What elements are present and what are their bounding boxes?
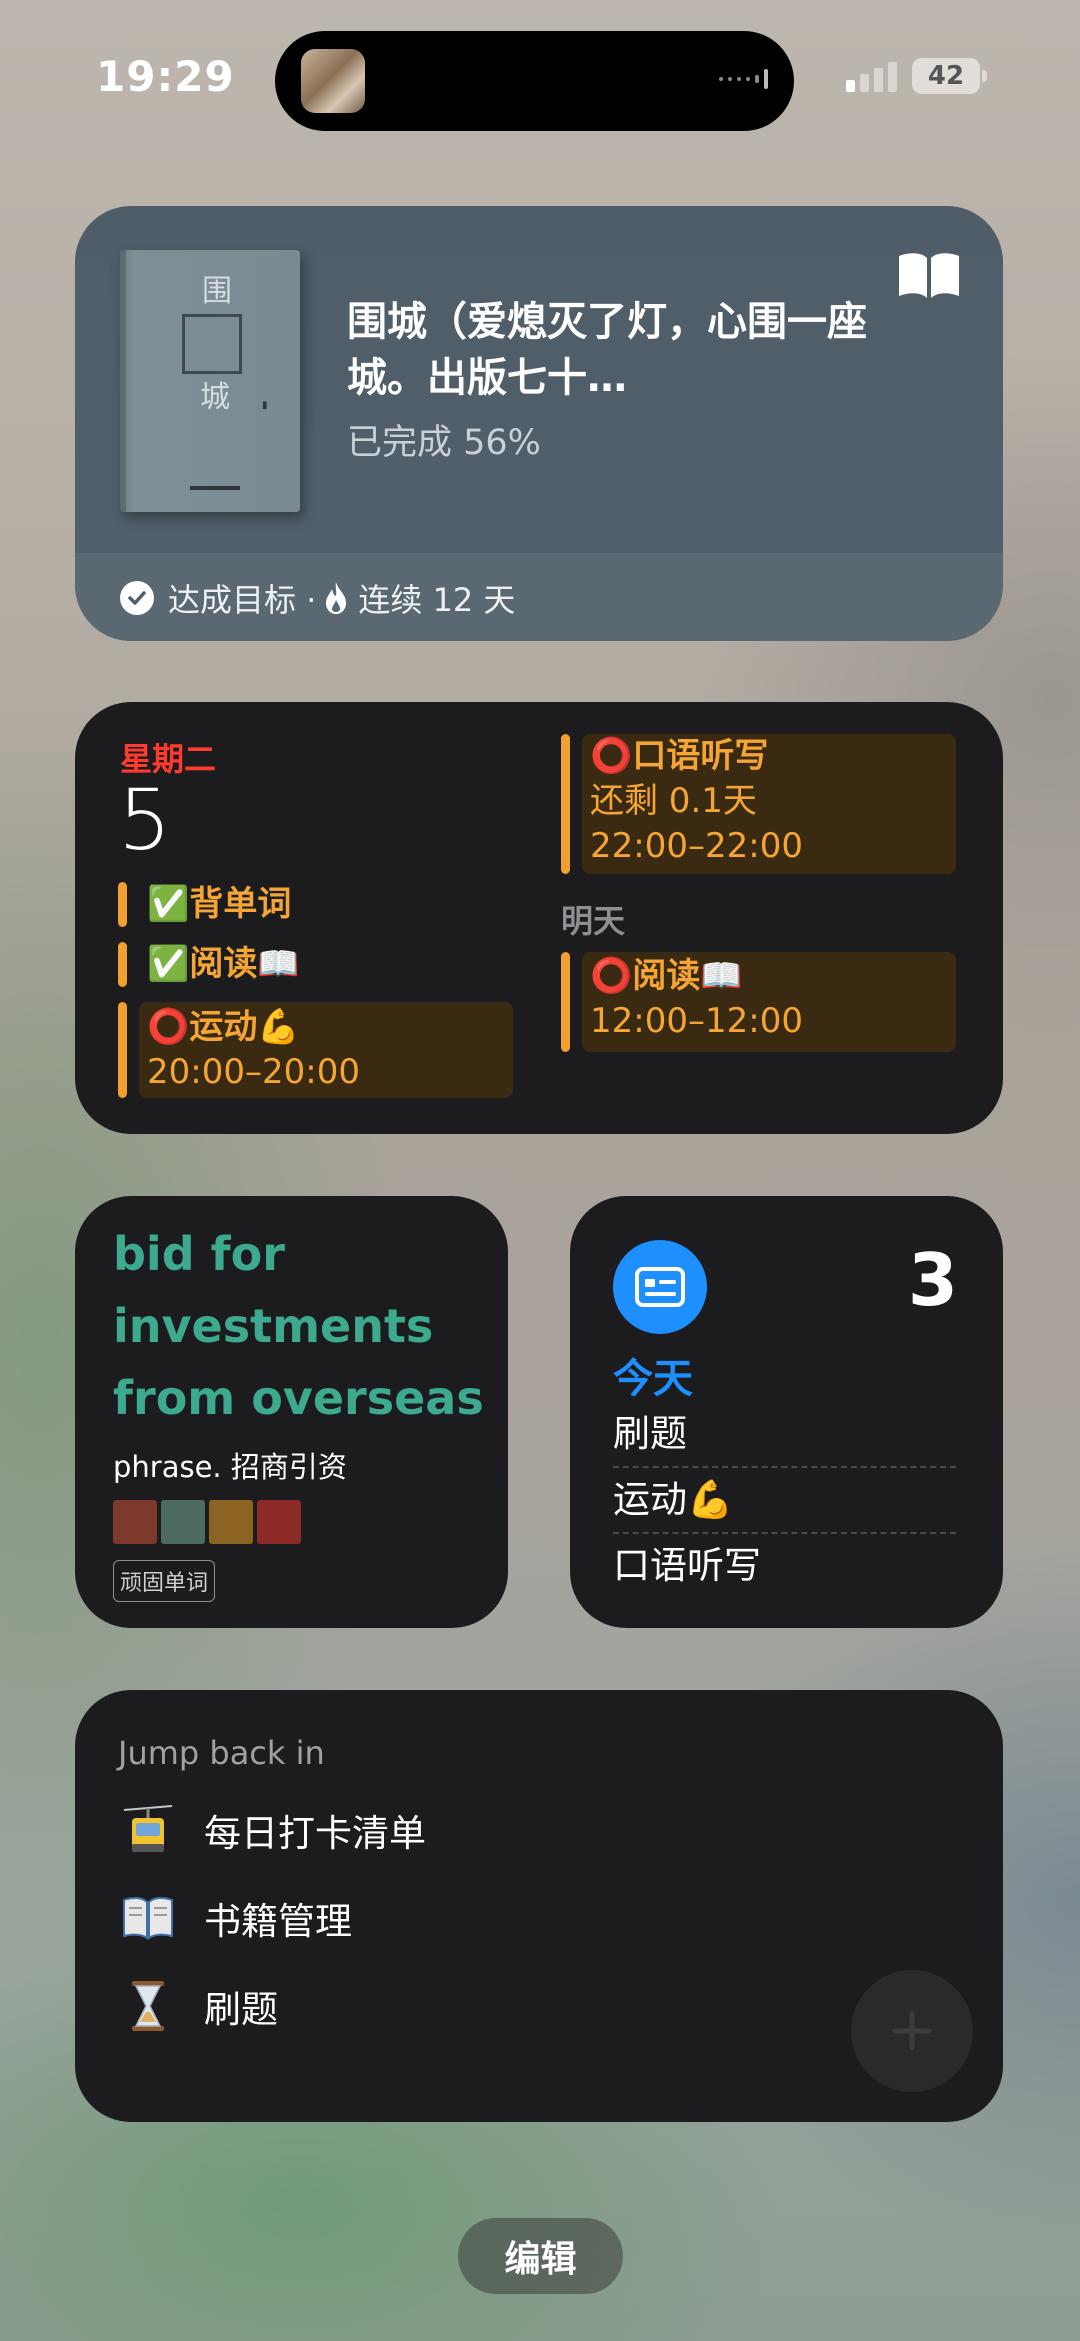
dynamic-island[interactable]	[275, 31, 794, 131]
hourglass-icon	[120, 1978, 176, 2034]
cellular-signal-icon	[846, 62, 897, 92]
calendar-event-dictation[interactable]: ⭕口语听写 还剩 0.1天 22:00–22:00	[561, 734, 956, 874]
streak-text: 连续 12 天	[358, 581, 516, 619]
calendar-widget[interactable]: 星期二 5 ✅背单词 ✅阅读📖 ⭕运动💪 20:00–20:00 ⭕口语听写 还…	[75, 702, 1003, 1134]
now-playing-artwork[interactable]	[301, 49, 365, 113]
calendar-event-reading[interactable]: ✅阅读📖	[118, 942, 308, 987]
book-cover: 围 城 ▮	[120, 250, 300, 512]
reminders-list-label: 今天	[613, 1356, 693, 1402]
calendar-event-tomorrow-reading[interactable]: ⭕阅读📖 12:00–12:00	[561, 952, 956, 1052]
event-time: 22:00–22:00	[590, 826, 803, 866]
calendar-day-number: 5	[118, 771, 172, 869]
event-time: 12:00–12:00	[590, 1001, 803, 1041]
vocab-tag: 顽固单词	[113, 1560, 216, 1602]
book-progress: 已完成 56%	[347, 423, 541, 463]
swatch-3	[209, 1500, 253, 1544]
event-title: ✅阅读📖	[147, 944, 300, 984]
swatch-1	[113, 1500, 157, 1544]
jump-back-heading: Jump back in	[118, 1734, 325, 1772]
reminder-item[interactable]: 运动💪	[613, 1468, 956, 1534]
event-title: ⭕阅读📖	[590, 956, 743, 996]
event-color-bar	[118, 882, 127, 927]
jump-item-books[interactable]: 书籍管理	[120, 1890, 352, 1946]
goal-row: 达成目标 · 连续 12 天	[120, 575, 515, 621]
event-title: ✅背单词	[147, 884, 292, 924]
cover-char-1: 围	[202, 274, 232, 309]
plus-icon	[892, 2011, 932, 2051]
event-title: ⭕口语听写	[590, 736, 769, 776]
battery-indicator: 42	[912, 58, 980, 94]
cover-publisher-mark	[190, 486, 240, 490]
status-time: 19:29	[96, 52, 235, 101]
event-title: ⭕运动💪	[147, 1007, 300, 1047]
book-reading-widget[interactable]: 围 城 ▮ 围城（爱熄灭了灯，心围一座城。出版七十… 已完成 56% 达成目标 …	[75, 206, 1003, 641]
calendar-event-vocab[interactable]: ✅背单词	[118, 882, 299, 927]
vocabulary-widget[interactable]: bid for investments from overseas phrase…	[75, 1196, 508, 1628]
event-color-bar	[118, 1002, 127, 1098]
vocab-definition: phrase. 招商引资	[113, 1450, 347, 1484]
flame-icon	[326, 582, 347, 614]
jump-item-label: 刷题	[204, 1988, 278, 2031]
jump-item-label: 书籍管理	[204, 1900, 352, 1943]
vocab-color-swatches	[113, 1500, 301, 1544]
jump-back-in-widget[interactable]: Jump back in 每日打卡清单 书籍管理 刷题	[75, 1690, 1003, 2122]
battery-level: 42	[927, 61, 965, 91]
event-body: ⭕口语听写 还剩 0.1天 22:00–22:00	[582, 734, 956, 874]
open-book-icon	[899, 253, 959, 298]
edit-button[interactable]: 编辑	[458, 2218, 623, 2294]
swatch-4	[257, 1500, 301, 1544]
jump-item-label: 每日打卡清单	[204, 1812, 426, 1855]
add-page-button[interactable]	[851, 1970, 973, 2092]
cover-spine	[120, 250, 126, 512]
reminders-count: 3	[907, 1238, 958, 1322]
event-body: ⭕阅读📖 12:00–12:00	[582, 952, 956, 1052]
jump-item-practice[interactable]: 刷题	[120, 1978, 278, 2034]
book-title: 围城（爱熄灭了灯，心围一座城。出版七十…	[347, 299, 867, 401]
event-color-bar	[561, 734, 570, 874]
event-time: 20:00–20:00	[147, 1052, 360, 1092]
event-color-bar	[561, 952, 570, 1052]
reminders-widget[interactable]: 3 今天 刷题 运动💪 口语听写	[570, 1196, 1003, 1628]
tomorrow-label: 明天	[561, 902, 626, 940]
reminder-item[interactable]: 刷题	[613, 1402, 956, 1468]
audio-waveform-icon	[719, 69, 768, 89]
event-color-bar	[118, 942, 127, 987]
swatch-2	[161, 1500, 205, 1544]
event-body: ⭕运动💪 20:00–20:00	[139, 1002, 513, 1098]
list-icon	[613, 1240, 707, 1334]
cover-char-2: 城	[200, 380, 230, 415]
vocab-word: bid for investments from overseas	[113, 1227, 484, 1425]
reminder-item[interactable]: 口语听写	[613, 1534, 956, 1598]
cable-car-icon	[120, 1802, 176, 1858]
cover-author-mark: ▮	[262, 400, 268, 411]
jump-item-checklist[interactable]: 每日打卡清单	[120, 1802, 426, 1858]
calendar-event-exercise[interactable]: ⭕运动💪 20:00–20:00	[118, 1002, 513, 1098]
book-icon	[120, 1890, 176, 1946]
goal-text: 达成目标 ·	[168, 581, 317, 619]
event-remaining: 还剩 0.1天	[590, 781, 757, 821]
cover-seal	[182, 314, 242, 374]
checkmark-circle-icon	[120, 581, 154, 615]
battery-tip	[982, 70, 987, 82]
